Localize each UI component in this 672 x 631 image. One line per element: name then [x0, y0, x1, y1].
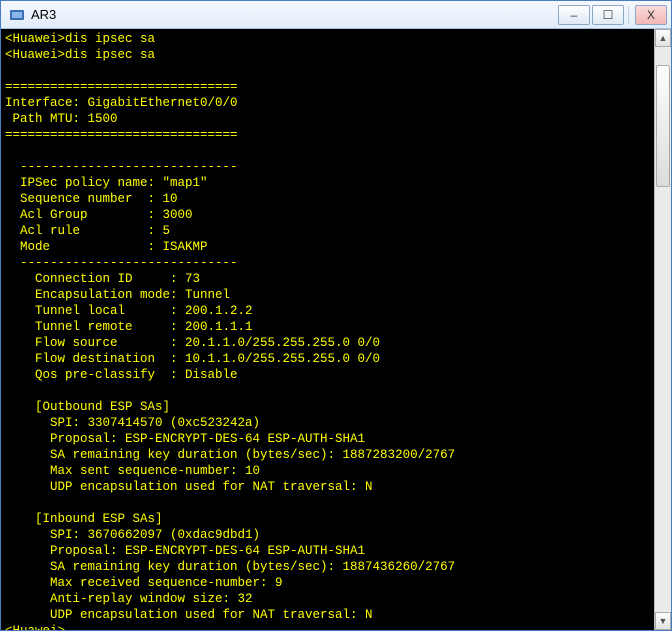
maximize-button[interactable]: ☐ [592, 5, 624, 25]
window-controls-separator [628, 6, 629, 24]
vertical-scrollbar[interactable]: ▲ ▼ [654, 29, 671, 630]
scroll-thumb[interactable] [656, 65, 670, 187]
window-controls: – ☐ X [556, 5, 667, 25]
scroll-up-button[interactable]: ▲ [655, 29, 671, 47]
close-button[interactable]: X [635, 5, 667, 25]
app-icon [9, 7, 25, 23]
scroll-down-button[interactable]: ▼ [655, 612, 671, 630]
titlebar[interactable]: AR3 – ☐ X [1, 1, 671, 29]
app-window: AR3 – ☐ X <Huawei>dis ipsec sa <Huawei>d… [0, 0, 672, 631]
window-title: AR3 [31, 7, 56, 22]
terminal-output[interactable]: <Huawei>dis ipsec sa <Huawei>dis ipsec s… [1, 29, 654, 630]
terminal-area: <Huawei>dis ipsec sa <Huawei>dis ipsec s… [1, 29, 671, 630]
minimize-button[interactable]: – [558, 5, 590, 25]
